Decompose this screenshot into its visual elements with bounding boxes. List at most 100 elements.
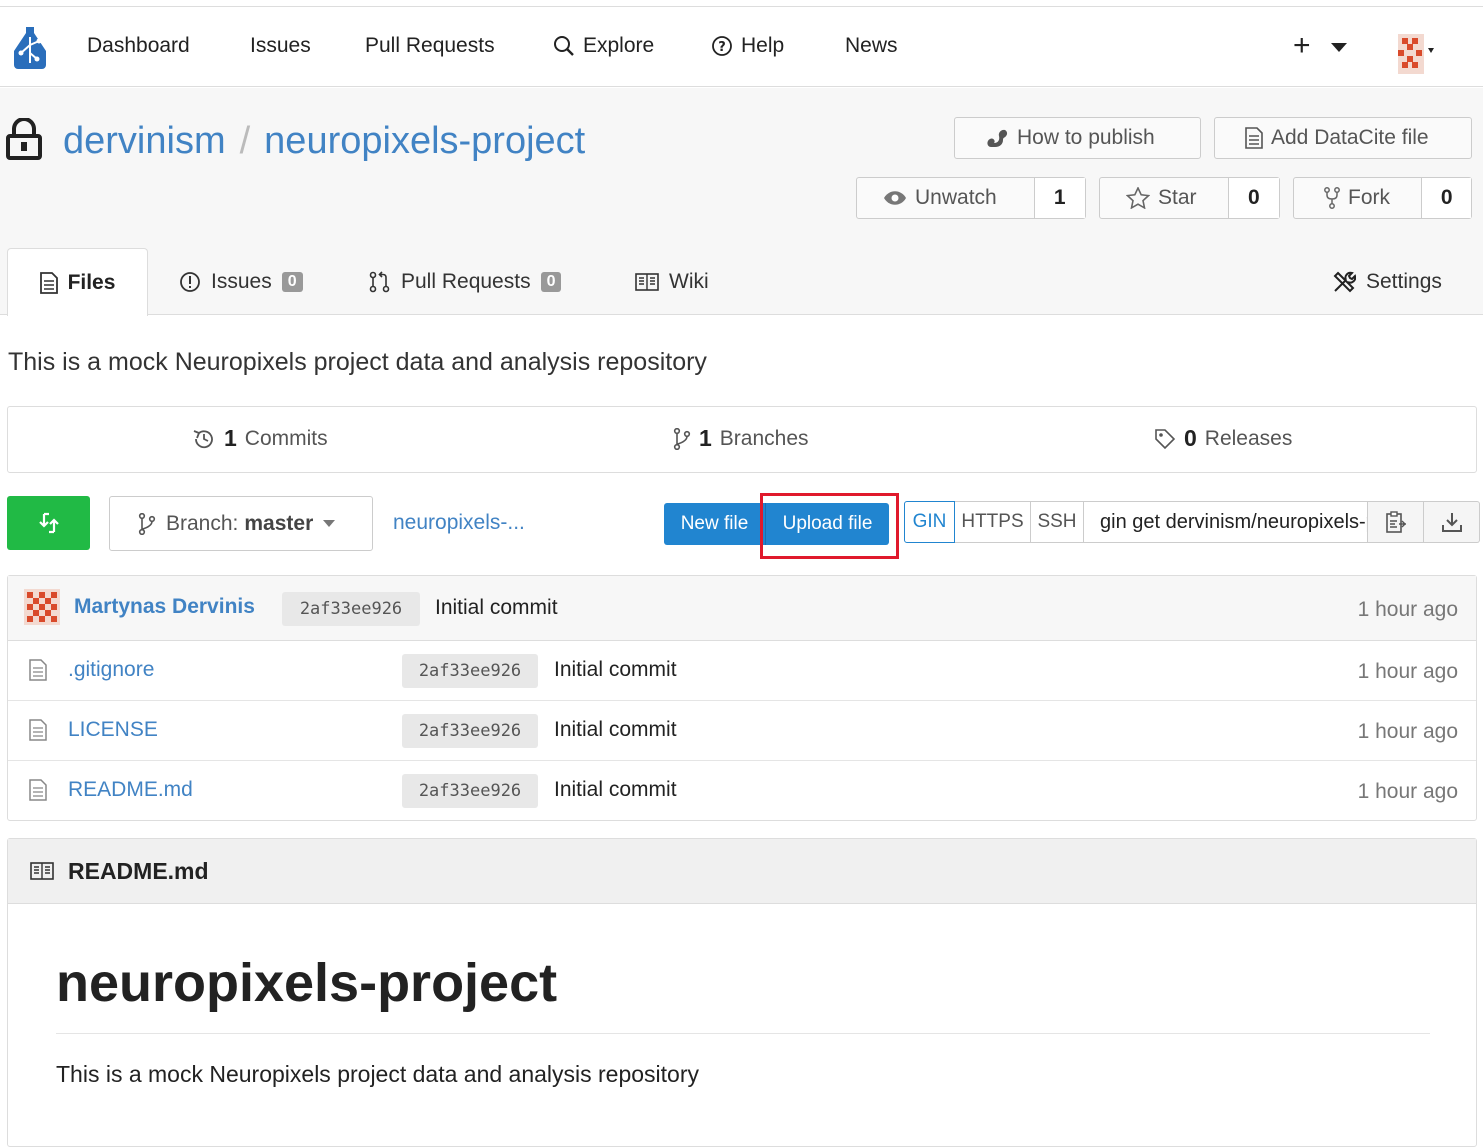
star-icon xyxy=(1126,187,1150,209)
watch-count[interactable]: 1 xyxy=(1033,178,1085,218)
file-name-link[interactable]: LICENSE xyxy=(68,718,158,742)
repo-title-separator: / xyxy=(239,120,251,162)
tab-wiki[interactable]: Wiki xyxy=(635,248,709,315)
add-datacite-label: Add DataCite file xyxy=(1271,126,1429,149)
svg-text:?: ? xyxy=(718,40,726,55)
commit-sha[interactable]: 2af33ee926 xyxy=(282,592,420,626)
breadcrumb[interactable]: neuropixels-... xyxy=(393,511,525,535)
how-to-publish-button[interactable]: How to publish xyxy=(954,117,1201,159)
branch-prefix: Branch: xyxy=(166,511,239,535)
tab-files-label: Files xyxy=(67,270,116,294)
branches-label: Branches xyxy=(719,426,809,450)
help-icon: ? xyxy=(712,36,732,56)
repo-title: dervinism / neuropixels-project xyxy=(63,120,585,163)
download-button[interactable] xyxy=(1424,501,1480,543)
user-menu[interactable] xyxy=(1398,34,1440,74)
tab-pull-requests[interactable]: Pull Requests 0 xyxy=(369,248,562,315)
new-file-button[interactable]: New file xyxy=(664,503,765,545)
readme-panel: README.md neuropixels-project This is a … xyxy=(7,838,1477,1147)
compare-arrows-icon xyxy=(38,512,59,534)
star-button[interactable]: Star 0 xyxy=(1099,177,1280,219)
clone-url-input[interactable]: gin get dervinism/neuropixels-project xyxy=(1084,501,1368,543)
download-icon xyxy=(1441,513,1462,532)
readme-divider xyxy=(56,1033,1430,1034)
tab-issues[interactable]: Issues 0 xyxy=(179,248,303,315)
how-to-publish-label: How to publish xyxy=(1017,126,1155,149)
file-commit-sha[interactable]: 2af33ee926 xyxy=(402,714,538,748)
repo-name-link[interactable]: neuropixels-project xyxy=(264,120,585,162)
branch-icon xyxy=(673,427,691,450)
branch-icon xyxy=(138,512,156,535)
commit-message[interactable]: Initial commit xyxy=(435,596,558,620)
readme-filename: README.md xyxy=(68,857,209,884)
upload-file-highlight xyxy=(760,493,899,559)
file-commit-age: 1 hour ago xyxy=(1357,780,1458,803)
gin-logo-icon[interactable] xyxy=(10,25,50,71)
nav-pull-requests[interactable]: Pull Requests xyxy=(365,34,495,58)
nav-help[interactable]: ? Help xyxy=(711,34,784,58)
file-name-link[interactable]: README.md xyxy=(68,778,193,802)
avatar[interactable] xyxy=(24,589,60,625)
repo-owner-link[interactable]: dervinism xyxy=(63,120,226,162)
file-table: Martynas Dervinis 2af33ee926 Initial com… xyxy=(7,575,1477,821)
tools-icon xyxy=(1333,271,1356,292)
clipboard-icon xyxy=(1385,511,1406,533)
latest-commit-row: Martynas Dervinis 2af33ee926 Initial com… xyxy=(8,576,1476,641)
branches-stat[interactable]: 1 Branches xyxy=(673,425,809,452)
releases-label: Releases xyxy=(1204,426,1293,450)
file-commit-age: 1 hour ago xyxy=(1357,720,1458,743)
clone-url-group: GIN HTTPS SSH gin get dervinism/neuropix… xyxy=(904,501,1480,543)
file-commit-message[interactable]: Initial commit xyxy=(554,778,677,802)
file-commit-sha[interactable]: 2af33ee926 xyxy=(402,654,538,688)
file-text-icon xyxy=(39,271,58,294)
compare-button[interactable] xyxy=(7,496,90,550)
file-commit-age: 1 hour ago xyxy=(1357,660,1458,683)
file-icon xyxy=(29,779,47,801)
file-name-link[interactable]: .gitignore xyxy=(68,658,154,682)
clone-gin-button[interactable]: GIN xyxy=(904,501,955,543)
table-row: LICENSE 2af33ee926 Initial commit 1 hour… xyxy=(8,701,1476,761)
commit-author[interactable]: Martynas Dervinis xyxy=(74,595,255,619)
file-commit-message[interactable]: Initial commit xyxy=(554,718,677,742)
branch-dropdown[interactable]: Branch: master xyxy=(109,496,373,551)
commits-count: 1 xyxy=(224,425,237,451)
fork-count[interactable]: 0 xyxy=(1421,178,1471,218)
issue-icon xyxy=(180,271,200,292)
commits-label: Commits xyxy=(244,426,328,450)
pull-request-icon xyxy=(369,270,390,292)
nav-explore[interactable]: Explore xyxy=(553,34,654,58)
issues-count-badge: 0 xyxy=(281,271,303,292)
clone-ssh-button[interactable]: SSH xyxy=(1031,501,1084,543)
file-text-icon xyxy=(1245,127,1263,149)
nav-explore-label: Explore xyxy=(583,34,655,57)
repo-description: This is a mock Neuropixels project data … xyxy=(8,348,707,376)
branch-name: master xyxy=(244,511,314,535)
commits-stat[interactable]: 1 Commits xyxy=(192,425,328,452)
unwatch-label: Unwatch xyxy=(915,186,997,209)
unwatch-button[interactable]: Unwatch 1 xyxy=(856,177,1086,219)
chevron-down-icon xyxy=(1330,42,1347,52)
fork-button[interactable]: Fork 0 xyxy=(1293,177,1472,219)
readme-header: README.md xyxy=(8,839,1476,904)
nav-news[interactable]: News xyxy=(845,34,898,58)
book-icon xyxy=(30,862,54,880)
tab-settings[interactable]: Settings xyxy=(1332,248,1442,315)
book-icon xyxy=(635,272,659,291)
create-new-menu[interactable]: + xyxy=(1293,29,1347,63)
clone-https-button[interactable]: HTTPS xyxy=(955,501,1031,543)
tab-settings-label: Settings xyxy=(1366,269,1442,293)
search-icon xyxy=(554,36,574,56)
file-commit-message[interactable]: Initial commit xyxy=(554,658,677,682)
nav-issues[interactable]: Issues xyxy=(250,34,311,58)
file-commit-sha[interactable]: 2af33ee926 xyxy=(402,774,538,808)
nav-help-label: Help xyxy=(741,34,785,57)
tab-files[interactable]: Files xyxy=(7,248,148,316)
squirrel-icon xyxy=(987,129,1008,147)
releases-count: 0 xyxy=(1184,425,1197,451)
top-navbar: Dashboard Issues Pull Requests Explore ?… xyxy=(0,6,1483,87)
nav-dashboard[interactable]: Dashboard xyxy=(87,34,190,58)
star-count[interactable]: 0 xyxy=(1227,178,1279,218)
releases-stat[interactable]: 0 Releases xyxy=(1154,425,1292,452)
copy-url-button[interactable] xyxy=(1368,501,1424,543)
add-datacite-button[interactable]: Add DataCite file xyxy=(1214,117,1472,159)
